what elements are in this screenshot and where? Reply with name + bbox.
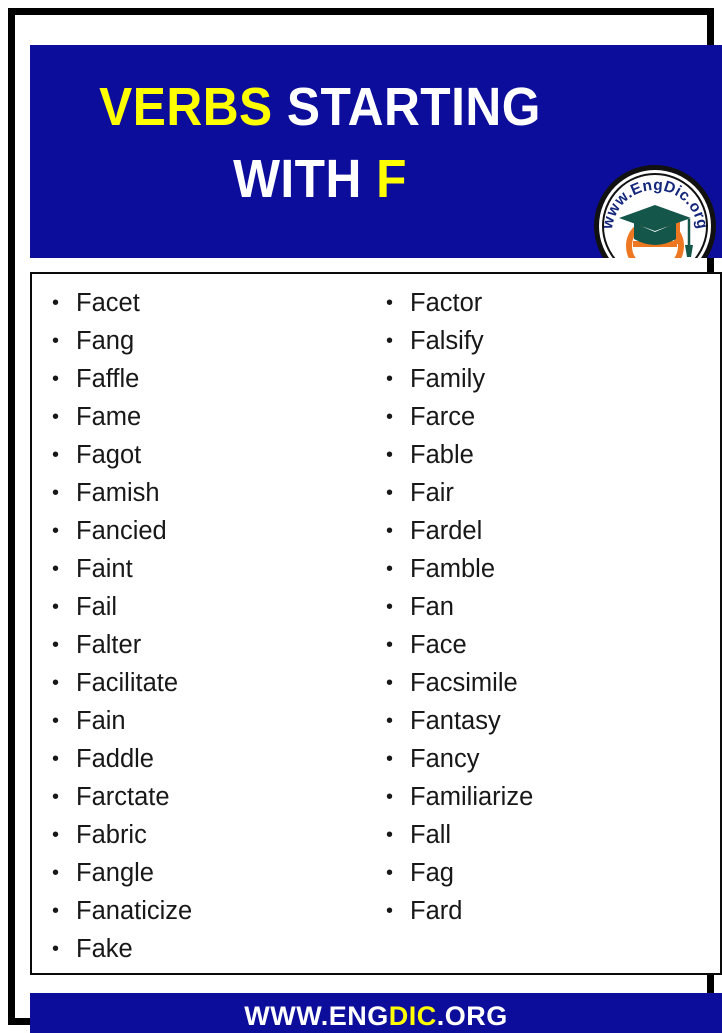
list-item: Fame: [52, 398, 372, 436]
list-item: Falsify: [386, 322, 712, 360]
footer-url-part3: .ORG: [436, 1001, 508, 1031]
list-item: Faffle: [52, 360, 372, 398]
title-word-with: WITH: [233, 149, 377, 209]
list-item: Fag: [386, 854, 712, 892]
list-item: Factor: [386, 284, 712, 322]
list-item: Farctate: [52, 778, 372, 816]
footer-banner: WWW.ENGDIC.ORG: [30, 993, 722, 1033]
footer-url-part2: DIC: [388, 1001, 437, 1031]
list-item: Farce: [386, 398, 712, 436]
list-item: Facet: [52, 284, 372, 322]
title-letter-f: F: [376, 149, 407, 209]
poster: VERBS STARTING WITH F www.EngDic.org • F…: [0, 0, 722, 1033]
list-item: Fain: [52, 702, 372, 740]
list-item: Fard: [386, 892, 712, 930]
word-list-card: Facet Fang Faffle Fame Fagot Famish Fanc…: [30, 272, 722, 975]
title-line-1: VERBS STARTING: [53, 71, 587, 143]
title-word-verbs: VERBS: [99, 77, 273, 137]
list-item: Fang: [52, 322, 372, 360]
list-item: Fardel: [386, 512, 712, 550]
list-item: Falter: [52, 626, 372, 664]
list-item: Fake: [52, 930, 372, 968]
list-item: Fantasy: [386, 702, 712, 740]
list-item: Familiarize: [386, 778, 712, 816]
word-list-columns: Facet Fang Faffle Fame Fagot Famish Fanc…: [32, 284, 720, 983]
list-item: Family: [386, 360, 712, 398]
title-word-starting: STARTING: [272, 77, 541, 137]
poster-content-area: VERBS STARTING WITH F www.EngDic.org • F…: [30, 30, 722, 1033]
list-item: Famish: [52, 474, 372, 512]
list-item: Fanaticize: [52, 892, 372, 930]
page-title: VERBS STARTING WITH F: [30, 71, 610, 215]
list-item: Faint: [52, 550, 372, 588]
word-list-left-column: Facet Fang Faffle Fame Fagot Famish Fanc…: [32, 284, 372, 983]
list-item: Facilitate: [52, 664, 372, 702]
header-banner: VERBS STARTING WITH F www.EngDic.org: [30, 45, 722, 258]
footer-url-part1: WWW.ENG: [244, 1001, 389, 1031]
list-item: Famble: [386, 550, 712, 588]
list-item: Fall: [386, 816, 712, 854]
word-list-left: Facet Fang Faffle Fame Fagot Famish Fanc…: [50, 284, 372, 968]
list-item: Fabric: [52, 816, 372, 854]
list-item: Faddle: [52, 740, 372, 778]
list-item: Fail: [52, 588, 372, 626]
poster-outer-frame: VERBS STARTING WITH F www.EngDic.org • F…: [8, 8, 722, 1033]
word-list-right-column: Factor Falsify Family Farce Fable Fair F…: [372, 284, 712, 983]
list-item: Fair: [386, 474, 712, 512]
list-item: Fancied: [52, 512, 372, 550]
list-item: Fagot: [52, 436, 372, 474]
footer-website-url[interactable]: WWW.ENGDIC.ORG: [244, 1001, 508, 1032]
title-line-2: WITH F: [53, 143, 587, 215]
engdic-logo[interactable]: www.EngDic.org: [592, 163, 718, 258]
list-item: Fable: [386, 436, 712, 474]
list-item: Facsimile: [386, 664, 712, 702]
list-item: Fangle: [52, 854, 372, 892]
word-list-right: Factor Falsify Family Farce Fable Fair F…: [384, 284, 712, 930]
list-item: Face: [386, 626, 712, 664]
list-item: Fan: [386, 588, 712, 626]
list-item: Fancy: [386, 740, 712, 778]
